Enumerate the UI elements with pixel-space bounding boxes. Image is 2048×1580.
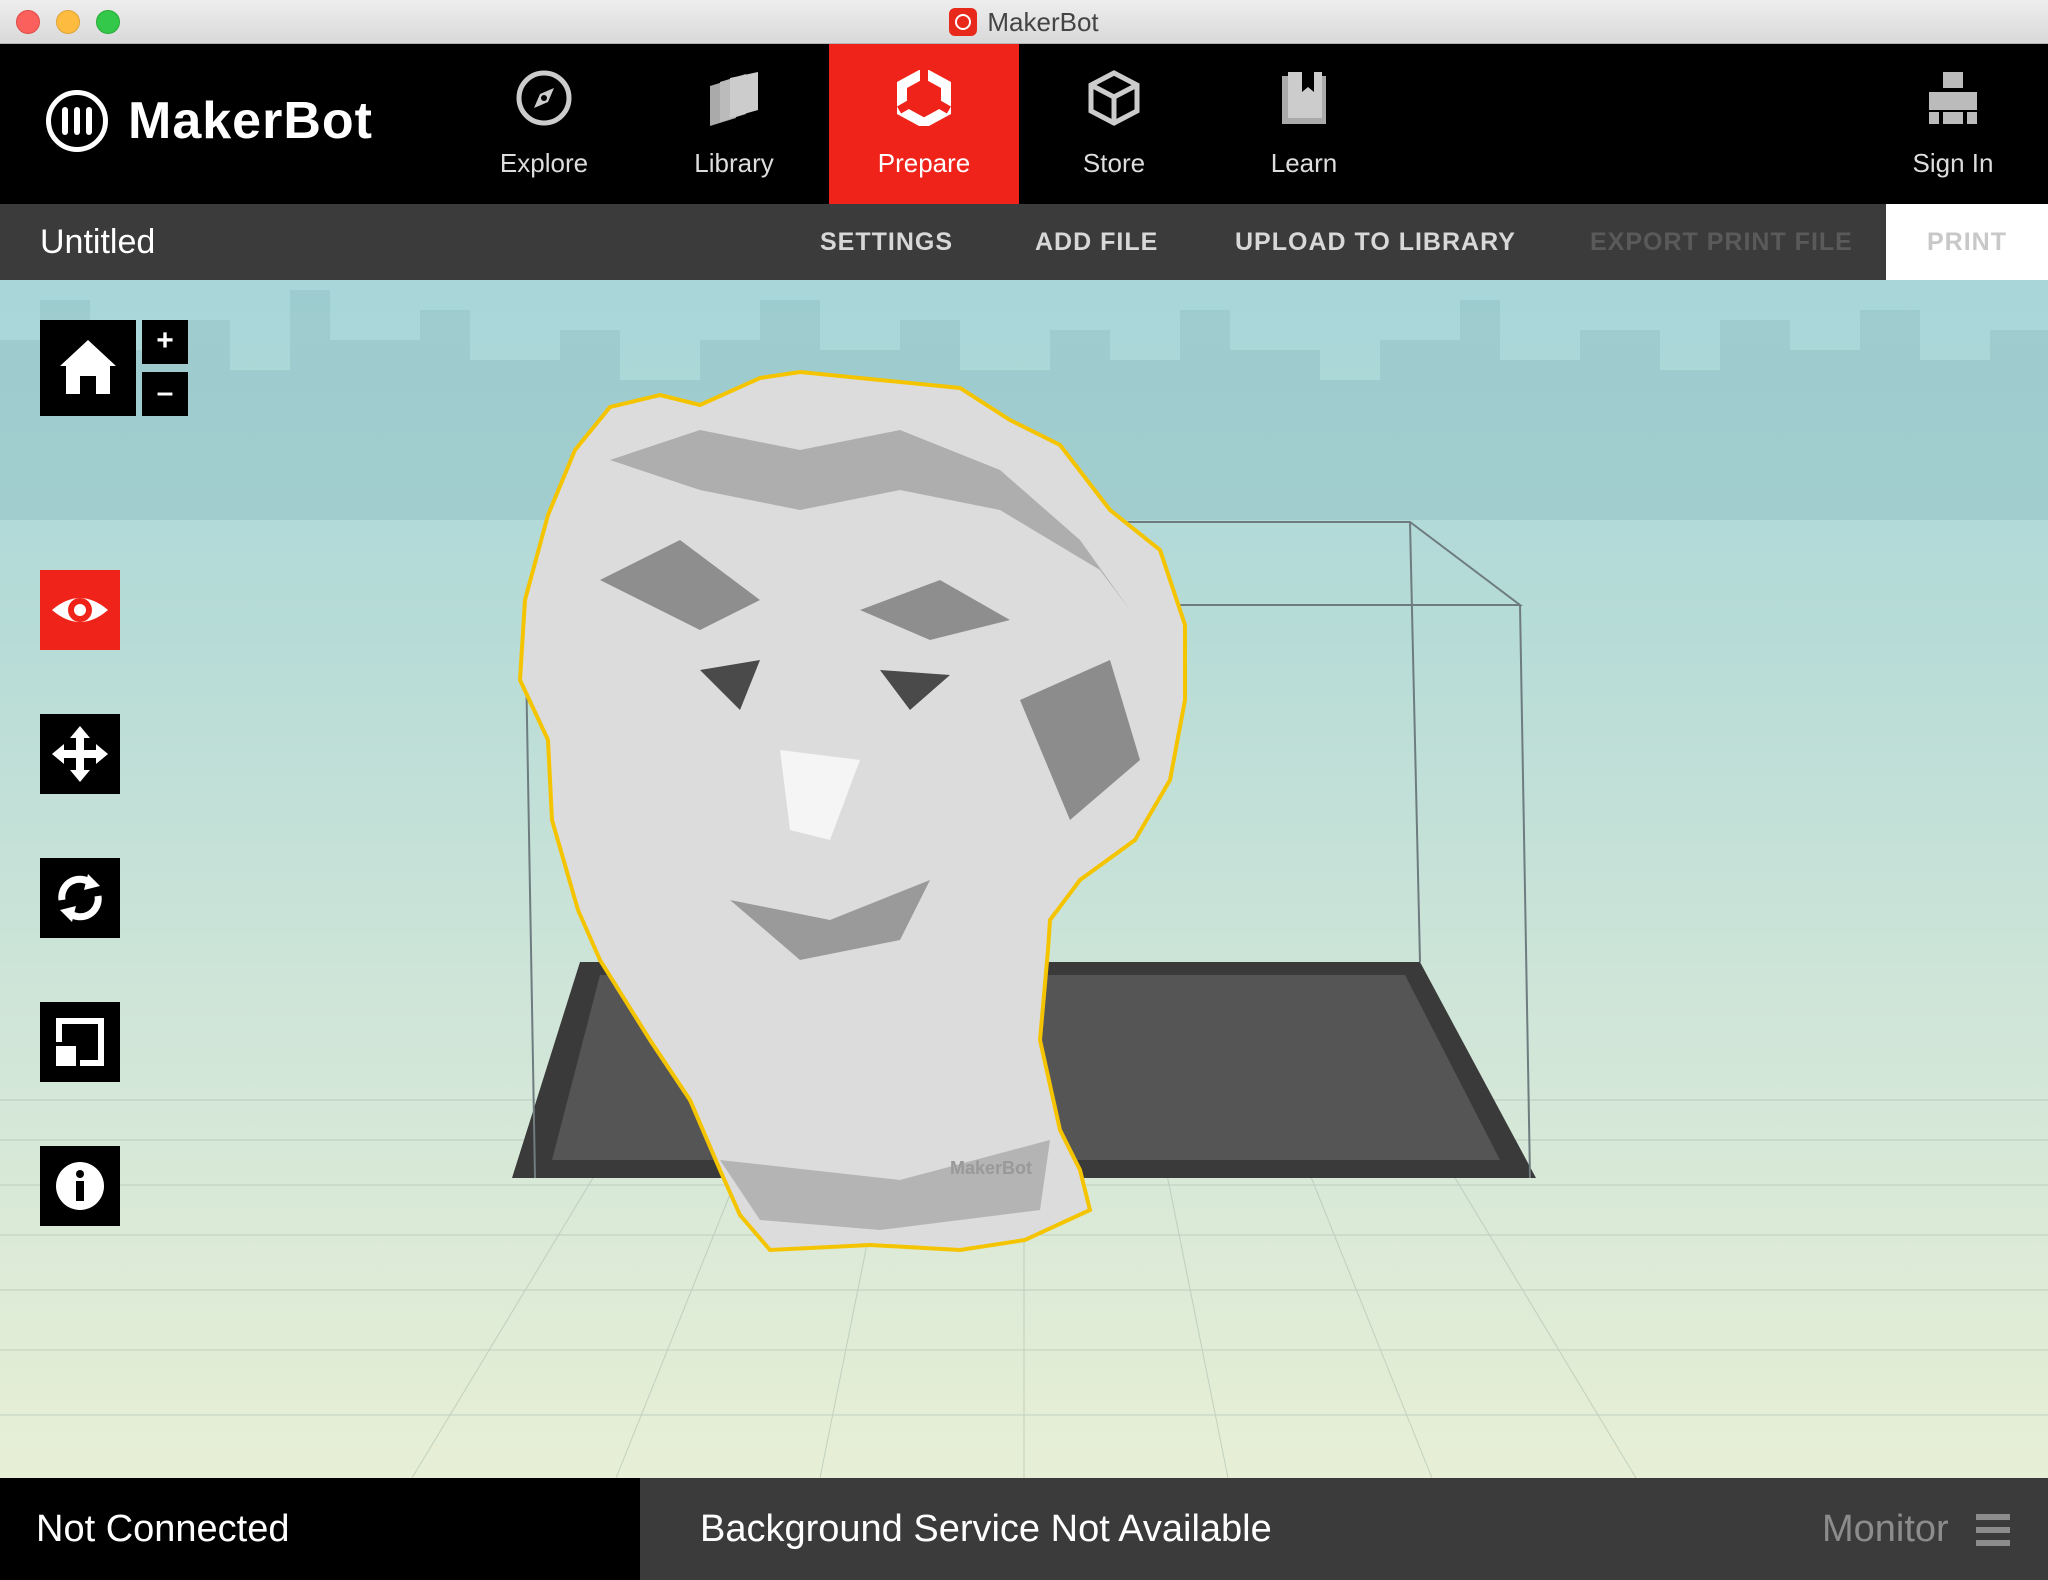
build-scene: MakerBot (0, 290, 2048, 1478)
nav-prepare-label: Prepare (877, 148, 971, 178)
book-icon (1282, 72, 1326, 124)
nav-sign-in[interactable]: Sign In (1858, 44, 2048, 204)
print-button[interactable]: PRINT (1886, 204, 2048, 280)
home-view-button[interactable] (40, 320, 136, 416)
brand-name: MakerBot (128, 92, 373, 150)
settings-button[interactable]: SETTINGS (820, 204, 953, 280)
move-icon (52, 726, 108, 782)
makerbot-app-icon (949, 8, 978, 36)
nav-learn-label: Learn (1270, 148, 1338, 178)
cube-icon (1088, 70, 1140, 126)
makerbot-logo[interactable]: MakerBot (46, 90, 373, 152)
connection-status: Not Connected (36, 1508, 290, 1550)
upload-to-library-button[interactable]: UPLOAD TO LIBRARY (1235, 204, 1516, 280)
makerbot-logo-icon (46, 90, 108, 152)
status-bar: Not Connected Background Service Not Ava… (0, 1478, 2048, 1580)
scale-icon (56, 1018, 104, 1066)
prepare-hexagon-icon (897, 70, 951, 126)
eye-icon (52, 598, 108, 622)
window-title: MakerBot (0, 0, 2048, 44)
add-file-button[interactable]: ADD FILE (1035, 204, 1158, 280)
prepare-toolbar: Untitled SETTINGS ADD FILE UPLOAD TO LIB… (0, 204, 2048, 280)
rotate-tool-button[interactable] (40, 858, 120, 938)
nav-explore[interactable]: Explore (449, 44, 639, 204)
library-stack-icon (710, 72, 758, 126)
nav-store[interactable]: Store (1019, 44, 1209, 204)
nav-learn[interactable]: Learn (1209, 44, 1399, 204)
scale-tool-button[interactable] (40, 1002, 120, 1082)
compass-icon (516, 70, 572, 126)
window-title-text: MakerBot (987, 6, 1099, 37)
window-titlebar: MakerBot (0, 0, 2048, 44)
nav-explore-label: Explore (499, 148, 589, 178)
info-icon (56, 1162, 104, 1210)
hamburger-menu-icon[interactable] (1976, 1514, 2010, 1546)
nav-library-label: Library (694, 148, 774, 178)
zoom-in-button[interactable]: + (142, 320, 188, 364)
view-tool-button[interactable] (40, 570, 120, 650)
3d-viewport[interactable]: MakerBot + – (0, 280, 2048, 1478)
home-icon (60, 340, 116, 394)
move-tool-button[interactable] (40, 714, 120, 794)
info-tool-button[interactable] (40, 1146, 120, 1226)
document-title[interactable]: Untitled (40, 204, 155, 280)
top-navigation: MakerBot Explore Library Prepare Store L… (0, 44, 2048, 204)
nav-sign-in-label: Sign In (1912, 148, 1994, 178)
rotate-icon (58, 874, 102, 922)
service-status: Background Service Not Available (700, 1508, 1272, 1550)
export-print-file-button[interactable]: EXPORT PRINT FILE (1590, 204, 1853, 280)
nav-store-label: Store (1082, 148, 1146, 178)
zoom-out-button[interactable]: – (142, 372, 188, 416)
nav-prepare[interactable]: Prepare (829, 44, 1019, 204)
monitor-button[interactable]: Monitor (1822, 1478, 1949, 1580)
connection-status-panel[interactable]: Not Connected (0, 1478, 640, 1580)
plate-label: MakerBot (950, 1158, 1032, 1178)
user-icon (1929, 72, 1977, 124)
nav-library[interactable]: Library (639, 44, 829, 204)
